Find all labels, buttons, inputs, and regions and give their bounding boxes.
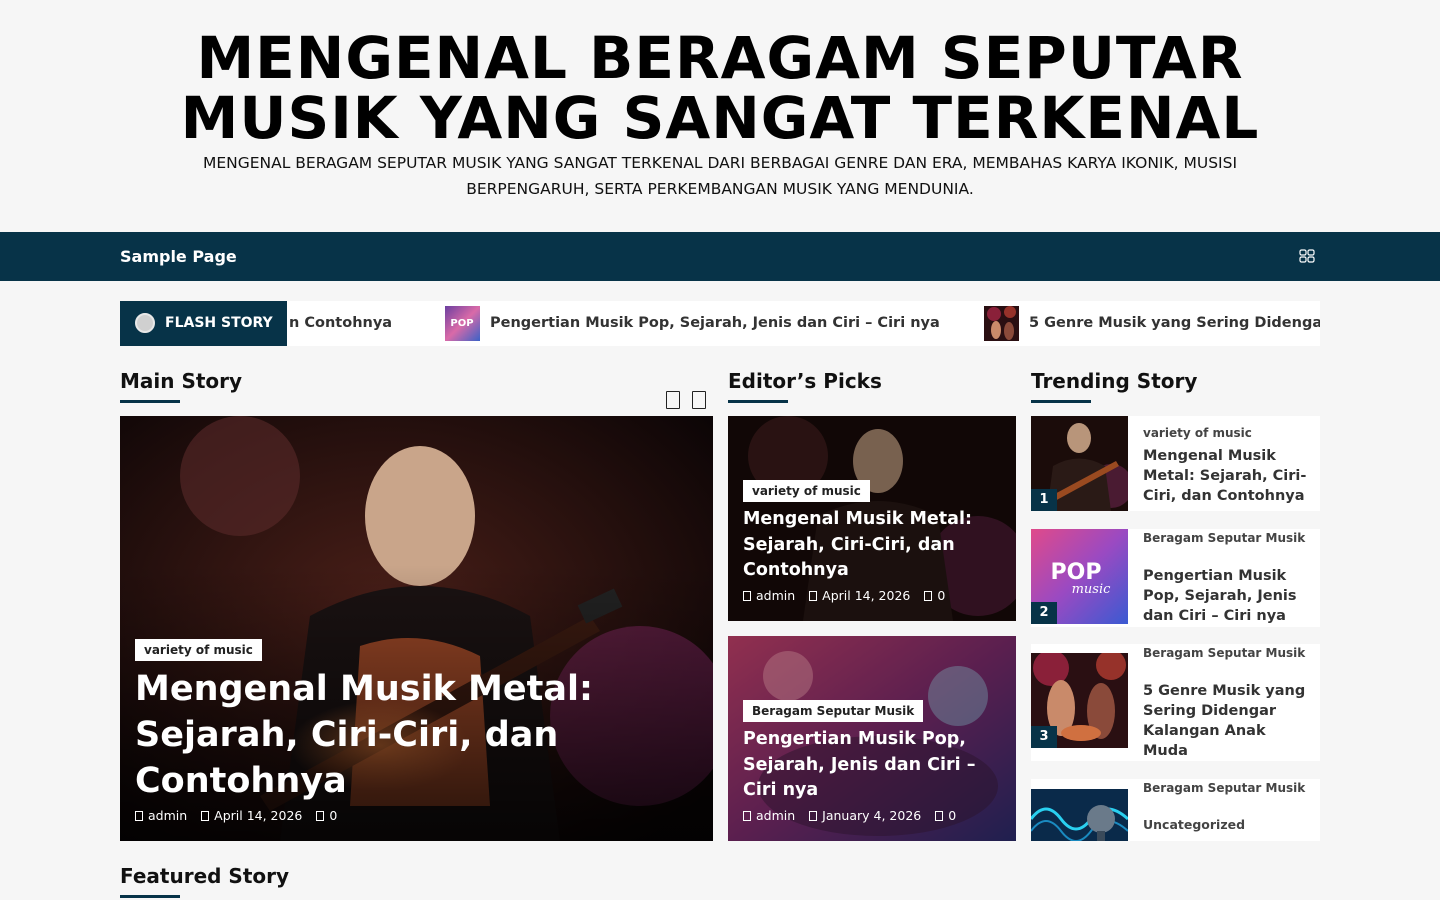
clock-icon — [201, 811, 210, 821]
trending-rank: 3 — [1031, 726, 1057, 748]
section-underline — [120, 400, 180, 403]
editors-pick-card[interactable]: Beragam Seputar Musik Pengertian Musik P… — [728, 636, 1016, 841]
nav-link-sample-page[interactable]: Sample Page — [120, 247, 237, 266]
clock-icon — [809, 591, 818, 601]
editors-pick-title[interactable]: Mengenal Musik Metal: Sejarah, Ciri-Ciri… — [743, 507, 1005, 584]
slider-next-button[interactable] — [692, 391, 706, 409]
trending-rank: 1 — [1031, 489, 1057, 511]
trending-item[interactable]: POP music 2 Beragam Seputar Musik Penger… — [1031, 529, 1320, 627]
category-link[interactable]: Uncategorized — [1143, 817, 1308, 832]
section-underline — [728, 400, 788, 403]
concert-thumbnail[interactable] — [984, 306, 1019, 341]
user-icon — [135, 811, 143, 821]
category-tag[interactable]: Beragam Seputar Musik — [743, 700, 924, 722]
trending-thumbnail[interactable]: POP music 2 — [1031, 529, 1128, 624]
editors-pick-title[interactable]: Pengertian Musik Pop, Sejarah, Jenis dan… — [743, 727, 1005, 804]
trending-title[interactable]: Mengenal Musik Metal: Sejarah, Ciri-Ciri… — [1143, 446, 1313, 506]
ticker-item-title[interactable]: Pengertian Musik Pop, Sejarah, Jenis dan… — [490, 315, 940, 331]
flash-story-label-text: FLASH STORY — [165, 315, 273, 331]
trending-story-heading: Trending Story — [1031, 369, 1198, 393]
category-tag[interactable]: variety of music — [135, 639, 262, 661]
post-author[interactable]: admin — [756, 588, 795, 603]
site-title[interactable]: MENGENAL BERAGAM SEPUTAR MUSIK YANG SANG… — [0, 28, 1440, 148]
comment-icon — [935, 811, 944, 821]
section-underline — [120, 895, 180, 898]
editors-picks-heading: Editor’s Picks — [728, 369, 882, 393]
pop-music-thumbnail[interactable]: POP — [445, 306, 480, 341]
clock-icon — [809, 811, 818, 821]
site-title-line-1[interactable]: MENGENAL BERAGAM SEPUTAR — [0, 28, 1440, 88]
svg-text:POP: POP — [450, 318, 473, 329]
post-author[interactable]: admin — [756, 808, 795, 823]
slider-prev-button[interactable] — [666, 391, 680, 409]
post-meta: admin April 14, 2026 0 — [135, 808, 337, 823]
post-date[interactable]: April 14, 2026 — [822, 588, 910, 603]
site-header: MENGENAL BERAGAM SEPUTAR MUSIK YANG SANG… — [0, 0, 1440, 232]
editors-pick-card[interactable]: variety of music Mengenal Musik Metal: S… — [728, 416, 1016, 621]
trending-item[interactable]: Beragam Seputar Musik Uncategorized — [1031, 779, 1320, 841]
trending-thumbnail[interactable]: 3 — [1031, 653, 1128, 748]
main-story-title[interactable]: Mengenal Musik Metal: Sejarah, Ciri-Ciri… — [135, 666, 655, 804]
microphone-thumbnail — [1031, 789, 1128, 841]
category-link[interactable]: Beragam Seputar Musik — [1143, 646, 1308, 661]
trending-item[interactable]: 3 Beragam Seputar Musik 5 Genre Musik ya… — [1031, 644, 1320, 761]
category-link[interactable]: Beragam Seputar Musik — [1143, 531, 1308, 546]
flash-story-ticker: FLASH STORY n Contohnya POP Pengertian M… — [120, 301, 1320, 346]
site-description-line-1: MENGENAL BERAGAM SEPUTAR MUSIK YANG SANG… — [202, 154, 1238, 172]
post-meta: admin January 4, 2026 0 — [743, 808, 956, 823]
post-date[interactable]: April 14, 2026 — [214, 808, 302, 823]
comment-icon — [924, 591, 933, 601]
comment-icon — [316, 811, 325, 821]
post-date[interactable]: January 4, 2026 — [822, 808, 921, 823]
trending-title[interactable]: 5 Genre Musik yang Sering Didengar Kalan… — [1143, 681, 1313, 761]
pulse-dot-icon — [135, 313, 155, 333]
category-link[interactable]: Beragam Seputar Musik — [1143, 781, 1308, 796]
trending-title[interactable]: Pengertian Musik Pop, Sejarah, Jenis dan… — [1143, 566, 1313, 626]
svg-text:music: music — [1072, 582, 1112, 597]
post-meta: admin April 14, 2026 0 — [743, 588, 945, 603]
user-icon — [743, 591, 751, 601]
site-description: MENGENAL BERAGAM SEPUTAR MUSIK YANG SANG… — [170, 150, 1270, 202]
category-link[interactable]: variety of music — [1143, 426, 1308, 441]
trending-thumbnail[interactable] — [1031, 789, 1128, 841]
section-underline — [1031, 400, 1091, 403]
site-description-line-2: BERPENGARUH, SERTA PERKEMBANGAN MUSIK YA… — [466, 180, 974, 198]
main-navigation: Sample Page — [0, 232, 1440, 281]
featured-story-heading: Featured Story — [120, 864, 290, 888]
main-story-heading: Main Story — [120, 369, 243, 393]
ticker-item-title[interactable]: 5 Genre Musik yang Sering Didengar Kalan… — [1029, 315, 1320, 331]
ticker-item-title[interactable]: n Contohnya — [289, 315, 392, 331]
post-comments[interactable]: 0 — [948, 808, 956, 823]
category-tag[interactable]: variety of music — [743, 480, 870, 502]
user-icon — [743, 811, 751, 821]
site-title-line-2[interactable]: MUSIK YANG SANGAT TERKENAL — [0, 88, 1440, 148]
main-story-card[interactable]: variety of music Mengenal Musik Metal: S… — [120, 416, 713, 841]
flash-story-label: FLASH STORY — [120, 301, 287, 346]
grid-icon[interactable] — [1299, 249, 1315, 263]
trending-item[interactable]: 1 variety of music Mengenal Musik Metal:… — [1031, 416, 1320, 511]
post-comments[interactable]: 0 — [329, 808, 337, 823]
trending-thumbnail[interactable]: 1 — [1031, 416, 1128, 511]
post-author[interactable]: admin — [148, 808, 187, 823]
trending-rank: 2 — [1031, 602, 1057, 624]
post-comments[interactable]: 0 — [937, 588, 945, 603]
